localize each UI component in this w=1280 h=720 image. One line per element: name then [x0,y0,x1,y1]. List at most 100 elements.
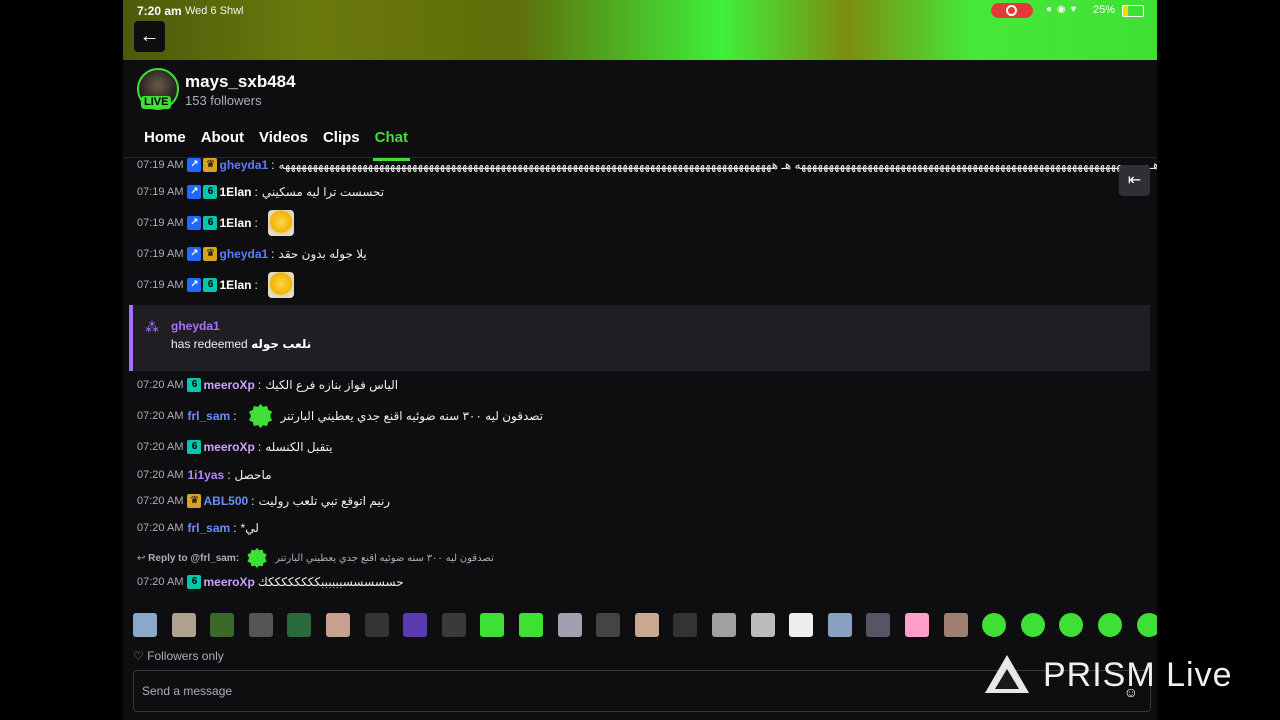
chat-message: 07:19 AM ↗ ♛ gheyda1: يلا جوله بدون حقد [137,247,367,261]
message-text: حسسسسسببببببككككككككك [257,575,404,589]
message-username[interactable]: meeroXp [203,575,254,589]
chat-message: 07:19 AM ↗ 6 1Elan: تحسست ترا ليه مسكيني [137,185,385,199]
emote-shortcut[interactable] [326,613,350,637]
reply-quoted: تصدقون ليه ٣٠٠ سنه ضوئيه اقنع جدي يعطيني… [275,552,494,564]
subscriber-badge-icon: 6 [203,185,218,199]
emote-shortcut[interactable] [1098,613,1122,637]
prime-badge-icon: ↗ [187,278,202,292]
back-button[interactable]: ← [134,21,165,52]
emote-shortcut[interactable] [364,613,389,637]
message-time: 07:20 AM [137,379,184,391]
emote-shortcut[interactable] [1020,613,1045,637]
battery-percent: 25% [1093,4,1116,16]
prime-badge-icon: ↗ [187,185,202,199]
live-badge: LIVE [141,96,172,109]
redeem-reward: نلعب جوله [251,337,312,351]
emote-shortcut[interactable] [1059,613,1084,637]
message-username[interactable]: gheyda1 [219,247,268,261]
message-username[interactable]: gheyda1 [219,158,268,172]
emote-shortcut[interactable] [1136,613,1157,637]
emote-shortcut[interactable] [210,613,235,637]
emote-shortcut[interactable] [712,613,736,637]
tab-chat[interactable]: Chat [372,129,411,161]
emote-shortcut[interactable] [982,613,1007,637]
tab-home[interactable]: Home [144,129,186,146]
subscriber-badge-icon: 6 [187,440,202,454]
emote-shortcut[interactable] [287,613,312,637]
chat-list[interactable]: 07:19 AM ↗ ♛ gheyda1: هـهههههههههههههههههههه… [123,158,1157,598]
message-text: رنيم اتوقع تبي تلعب روليت [258,494,391,508]
emote-shortcut[interactable] [133,613,157,637]
crown-badge-icon: ♛ [187,494,202,508]
message-username[interactable]: 1Elan [219,278,251,292]
message-time: 07:19 AM [137,248,184,260]
reply-context: ↩ Reply to @frl_sam: تصدقون ليه ٣٠٠ سنه … [137,548,494,568]
prism-logo-icon [985,655,1029,695]
channel-username[interactable]: mays_sxb484 [185,72,296,92]
follower-count: 153 followers [185,93,262,108]
tab-videos[interactable]: Videos [259,129,308,146]
emote-shortcut[interactable] [673,613,698,637]
message-username[interactable]: ABL500 [203,494,248,508]
message-text: يلا جوله بدون حقد [278,247,367,261]
emote-shortcut[interactable] [634,613,659,637]
reply-label: Reply to @frl_sam: [148,552,240,564]
emote-shortcut[interactable] [480,613,505,637]
message-time: 07:20 AM [137,410,184,422]
message-username[interactable]: 1i1yas [187,468,224,482]
status-date: Wed 6 Shwl [185,5,244,17]
crown-badge-icon: ♛ [203,247,218,261]
message-time: 07:20 AM [137,495,184,507]
message-time: 07:20 AM [137,469,184,481]
channel-points-icon: ⁂ [145,319,159,335]
emote-shortcut[interactable] [248,613,273,637]
emote-image [267,272,294,298]
message-time: 07:19 AM [137,186,184,198]
collapse-chat-button[interactable]: ⇤ [1119,165,1150,196]
tab-about[interactable]: About [201,129,244,146]
emote-shortcut[interactable] [905,613,929,637]
tab-clips[interactable]: Clips [323,129,360,146]
screen-record-indicator[interactable] [991,3,1033,18]
redeem-prefix: has redeemed [171,337,248,351]
emote-shortcut[interactable] [943,613,968,637]
message-text: تصدقون ليه ٣٠٠ سنه ضوئيه اقنع جدي يعطيني… [280,409,543,423]
message-username[interactable]: frl_sam [187,409,230,423]
message-input-placeholder: Send a message [142,684,233,698]
emote-shortcut[interactable] [171,613,196,637]
emote-shortcut[interactable] [557,613,582,637]
message-text: هـهههههههههههههههههههههههههههههههههههههه… [278,158,1157,172]
message-username[interactable]: 1Elan [219,216,251,230]
chat-message: 07:20 AM frl_sam: تصدقون ليه ٣٠٠ سنه ضوئيه… [137,404,543,428]
emote-shortcut[interactable] [441,613,466,637]
emote-shortcut[interactable] [596,613,621,637]
message-time: 07:20 AM [137,441,184,453]
emote-shortcut[interactable] [519,613,543,637]
message-time: 07:20 AM [137,522,184,534]
emote-shortcut[interactable] [750,613,775,637]
message-time: 07:19 AM [137,159,184,171]
emote-shortcut[interactable] [403,613,428,637]
message-username[interactable]: frl_sam [187,521,230,535]
emote-shortcut[interactable] [866,613,891,637]
emote-shortcut[interactable] [789,613,814,637]
message-time: 07:19 AM [137,217,184,229]
wifi-icon: ● ◉ ♥ [1046,4,1078,15]
status-time: 7:20 am [137,4,182,18]
app-frame: 7:20 am Wed 6 Shwl ● ◉ ♥ 25% ← LIVE mays… [123,0,1157,720]
redeem-user[interactable]: gheyda1 [171,319,220,333]
message-text: يتقبل الكنسله [265,440,333,454]
channel-header: LIVE mays_sxb484 153 followers Home Abou… [123,60,1157,161]
emote-shortcut[interactable] [827,613,852,637]
message-username[interactable]: meeroXp [203,378,254,392]
reply-icon: ↩ [137,552,149,564]
redemption-notice: ⁂ gheyda1 has redeemed نلعب جوله [129,305,1150,371]
subscriber-badge-icon: 6 [187,378,202,392]
prime-badge-icon: ↗ [187,216,202,230]
message-username[interactable]: 1Elan [219,185,251,199]
redeem-text: has redeemed نلعب جوله [171,337,311,351]
prism-wordmark: PRISM Live [1043,655,1233,694]
chat-message: 07:19 AM ↗ ♛ gheyda1: هـهههههههههههههههههههه… [137,158,1157,172]
message-username[interactable]: meeroXp [203,440,254,454]
message-time: 07:19 AM [137,279,184,291]
